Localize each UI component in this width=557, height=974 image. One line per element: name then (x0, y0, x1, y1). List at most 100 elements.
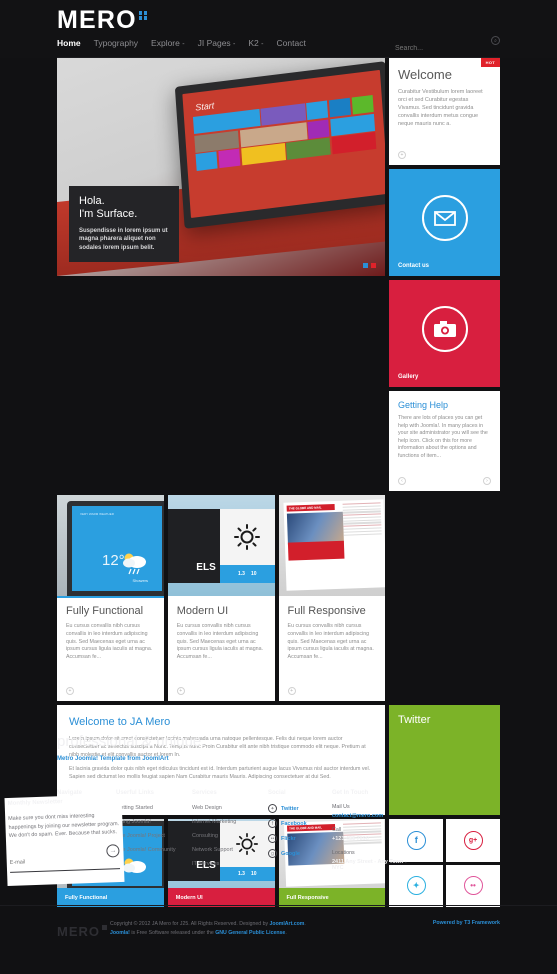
ui-dark-panel: ELS (167, 509, 220, 583)
feature-more-action[interactable]: + (287, 687, 296, 695)
google-plus-icon: g (268, 849, 277, 858)
list-item[interactable]: Consulting (192, 832, 254, 840)
mail-value[interactable]: contact@mero.com (332, 813, 412, 819)
hero-dot-2[interactable] (371, 263, 376, 268)
hero-description: Suspendisse in lorem ipsum ut magna phar… (79, 227, 168, 251)
list-item[interactable]: Getting Started (116, 804, 178, 812)
main-navigation[interactable]: Home Typography Explore - JI Pages - K2 … (57, 38, 306, 48)
news-page-screenshot: THE GLOBE AND MAIL (282, 499, 386, 591)
gallery-tile[interactable]: Gallery (389, 280, 500, 387)
envelope-icon (421, 195, 468, 242)
twitter-icon: ✦ (406, 876, 426, 896)
search-icon[interactable]: ⌕ (491, 36, 500, 45)
nav-label: Typography (93, 38, 139, 48)
ui-stat-1: 1.3 (237, 571, 245, 577)
powered-prefix: Powered by (432, 920, 465, 926)
hero-dot-1[interactable] (363, 263, 368, 268)
t3-framework-link[interactable]: T3 Framework (464, 920, 500, 926)
footer-link[interactable]: Network Support (192, 847, 233, 853)
welcome-body: Curabitur Vestibulum lorem laoreet orci … (398, 89, 483, 127)
chevron-down-icon: - (182, 41, 185, 48)
list-item[interactable]: IT Services (192, 860, 254, 868)
joomlart-link[interactable]: JoomlArt.com (270, 921, 305, 927)
contact-us-label: Contact us (398, 263, 430, 269)
getting-help-title: Getting Help (398, 400, 449, 410)
nav-item-k2[interactable]: K2 - (248, 38, 263, 48)
weather-condition: Showers (132, 578, 148, 583)
footer-link[interactable]: Internet Marketing (192, 819, 236, 825)
footer-link[interactable]: The Joomla! Community (116, 847, 176, 853)
site-logo[interactable]: MERO (57, 6, 148, 35)
feature-body: Eu cursus convallis nibh cursus convalli… (176, 623, 264, 661)
chevron-left-icon[interactable]: ‹ (398, 477, 406, 485)
ui-panel-label: ELS (196, 562, 216, 573)
feature-body: Eu cursus convallis nibh cursus convalli… (66, 623, 153, 661)
welcome-actions[interactable]: + (398, 151, 406, 159)
list-item[interactable]: Internet Marketing (192, 818, 254, 826)
nav-item-contact[interactable]: Contact (277, 38, 306, 48)
bottom-tile-label: Fully Functional (65, 894, 108, 901)
nav-item-home[interactable]: Home (57, 38, 81, 48)
gpl-license-link[interactable]: GNU General Public License (215, 930, 285, 936)
feature-card-full-responsive: Full Responsive Eu cursus convallis nibh… (278, 596, 386, 701)
newsletter-form[interactable]: → (9, 843, 121, 873)
facebook-icon: f (268, 819, 277, 828)
contact-us-tile[interactable]: Contact us (389, 169, 500, 276)
social-label[interactable]: Twitter (281, 805, 299, 813)
news-text-column (342, 502, 382, 537)
promo-link[interactable]: Metro Joomla! Template from JoomlArt (57, 756, 205, 762)
social-link-flickr[interactable]: •• Flickr (268, 834, 318, 843)
powered-by: Powered by T3 Framework (433, 920, 500, 926)
chevron-right-icon[interactable]: › (483, 477, 491, 485)
social-label[interactable]: Google (281, 850, 300, 858)
weather-app-screen: VERY WARM WEATHER 12° Showers (72, 506, 162, 591)
social-link-facebook[interactable]: f Facebook (268, 819, 318, 828)
hero-pagination[interactable] (363, 263, 376, 268)
arrow-right-icon[interactable]: → (106, 843, 120, 858)
nav-item-explore[interactable]: Explore - (151, 38, 185, 48)
newsletter-email-input[interactable] (9, 856, 92, 866)
feature-image-modern-ui[interactable]: ELS 1.3 10 (167, 495, 275, 596)
feature-card-modern-ui: Modern UI Eu cursus convallis nibh cursu… (167, 596, 275, 701)
nav-item-typography[interactable]: Typography (94, 38, 138, 48)
hero-slider[interactable]: Start Hola. I'm Surface. Suspendisse in … (57, 58, 385, 276)
footer-link[interactable]: The Joomla! Project (116, 833, 165, 839)
more-icon[interactable]: + (176, 687, 185, 695)
social-link-twitter[interactable]: ✦ Twitter (268, 804, 318, 813)
social-link-google[interactable]: g Google (268, 849, 318, 858)
list-item[interactable]: Using Joomla! (116, 818, 178, 826)
joomla-link[interactable]: Joomla! (110, 930, 130, 936)
newsletter-description: Make sure you dont miss interesting happ… (8, 812, 120, 839)
ui-stats-bar: 1.3 10 (219, 565, 275, 583)
list-item[interactable]: The Joomla! Community (116, 846, 178, 854)
weather-icon (123, 553, 146, 575)
social-label[interactable]: Flickr (281, 835, 296, 843)
footer-link[interactable]: IT Services (192, 861, 219, 867)
search-box[interactable]: ⌕ (395, 36, 500, 58)
nav-item-ji-pages[interactable]: JI Pages - (198, 38, 236, 48)
copyright-text: Copyright © 2012 JA Mero for J25. All Ri… (110, 920, 400, 938)
more-icon[interactable]: + (66, 687, 74, 695)
help-prev-action[interactable]: ‹ (398, 477, 406, 485)
more-icon[interactable]: + (398, 151, 406, 159)
footer-logo-text: MERO (57, 924, 100, 939)
copyright-line1-prefix: Copyright © 2012 JA Mero for J25. All Ri… (110, 921, 270, 927)
feature-image-full-responsive[interactable]: THE GLOBE AND MAIL (278, 495, 386, 596)
feature-image-fully-functional[interactable]: VERY WARM WEATHER 12° Showers (57, 495, 164, 596)
nav-label: Explore (151, 38, 180, 48)
footer-link[interactable]: Consulting (192, 833, 218, 839)
list-item[interactable]: Network Support (192, 846, 254, 854)
call-label: Call (332, 827, 342, 833)
list-item[interactable]: The Joomla! Project (116, 832, 178, 840)
help-next-action[interactable]: › (483, 477, 491, 485)
more-icon[interactable]: + (287, 687, 296, 695)
feature-more-action[interactable]: + (66, 687, 74, 695)
footer-link[interactable]: Web Design (192, 805, 222, 811)
social-label[interactable]: Facebook (281, 820, 307, 828)
hero-title-line1: Hola. (79, 194, 105, 207)
search-input[interactable] (395, 45, 483, 52)
feature-more-action[interactable]: + (176, 687, 185, 695)
list-item[interactable]: Web Design (192, 804, 254, 812)
